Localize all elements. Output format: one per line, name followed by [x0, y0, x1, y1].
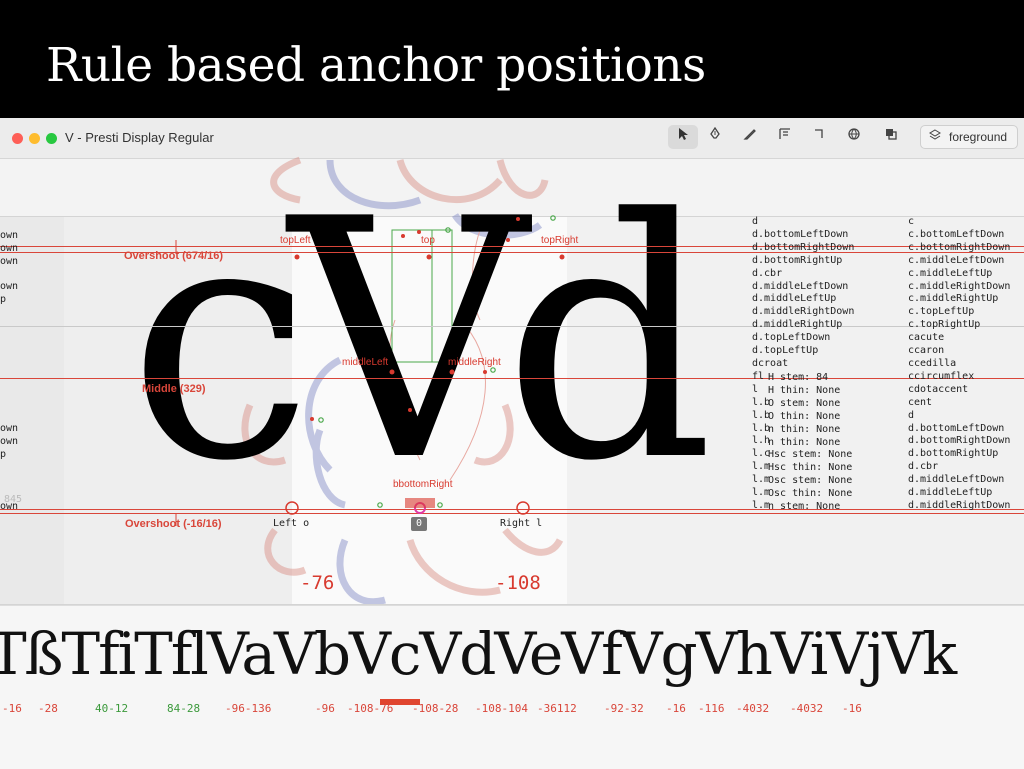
- kerning-value[interactable]: -108-104: [475, 702, 528, 715]
- kerning-value[interactable]: -16: [666, 702, 686, 715]
- glyph-list-item[interactable]: c.middleLeftUp: [908, 268, 1010, 281]
- kerning-value[interactable]: -96: [315, 702, 335, 715]
- right-metric-key[interactable]: Right l: [500, 518, 542, 529]
- glyph-list-item[interactable]: c.topLeftUp: [908, 306, 1010, 319]
- glyph-list-item[interactable]: d: [908, 410, 1010, 423]
- glyph-list-item[interactable]: dcroat: [752, 358, 854, 371]
- glyph-list-item[interactable]: d.bottomRightUp: [908, 448, 1010, 461]
- kerning-value[interactable]: -92-32: [604, 702, 644, 715]
- kerning-value[interactable]: -4032: [790, 702, 823, 715]
- glyph-list-item[interactable]: c.middleLeftDown: [908, 255, 1010, 268]
- stem-info-line: Hsc thin: None: [768, 462, 853, 474]
- glyph-list-item[interactable]: d.bottomLeftDown: [752, 229, 854, 242]
- stem-info-line: H thin: None: [768, 384, 841, 396]
- stem-info-line: O thin: None: [768, 410, 841, 422]
- anchor-label-topright[interactable]: topRight: [541, 235, 578, 246]
- glyph-list-item[interactable]: ccircumflex: [908, 371, 1010, 384]
- glyph-list-item[interactable]: d.bottomRightDown: [752, 242, 854, 255]
- glyph-list-column-2: c c.bottomLeftDown c.bottomRightDown c.midd…: [908, 216, 1010, 513]
- kerning-value[interactable]: -16: [842, 702, 862, 715]
- glyph-list-item[interactable]: ccaron: [908, 345, 1010, 358]
- glyph-list-item[interactable]: d.middleRightUp: [752, 319, 854, 332]
- stem-info-line: n stem: None: [768, 501, 841, 513]
- glyph-list-item[interactable]: c.bottomLeftDown: [908, 229, 1010, 242]
- glyph-list-item[interactable]: d.middleLeftUp: [752, 293, 854, 306]
- kerning-value[interactable]: 84-28: [167, 702, 200, 715]
- stem-info-line: n thin: None: [768, 423, 841, 435]
- stem-info-line: Osc stem: None: [768, 475, 853, 487]
- stem-info-line: O stem: None: [768, 397, 841, 409]
- anchor-label-bottom[interactable]: bbottomRight: [393, 479, 452, 490]
- kerning-value[interactable]: -16: [2, 702, 22, 715]
- stem-info-line: H stem: 84: [768, 372, 829, 383]
- glyph-list-item[interactable]: d.middleLeftUp: [908, 487, 1010, 500]
- kerning-value[interactable]: -96-136: [225, 702, 271, 715]
- glyph-list-item[interactable]: d.bottomRightDown: [908, 435, 1010, 448]
- glyph-list-item[interactable]: cacute: [908, 332, 1010, 345]
- glyph-list-item[interactable]: d.cbr: [752, 268, 854, 281]
- glyph-list-item[interactable]: d.topLeftUp: [752, 345, 854, 358]
- kerning-value[interactable]: -28: [38, 702, 58, 715]
- glyph-list-item[interactable]: d.bottomLeftDown: [908, 423, 1010, 436]
- kerning-value[interactable]: -108-76: [347, 702, 393, 715]
- glyph-list-item[interactable]: d.topLeftDown: [752, 332, 854, 345]
- glyph-list-item[interactable]: c: [908, 216, 1010, 229]
- glyph-list-item[interactable]: d: [752, 216, 854, 229]
- glyph-list-item[interactable]: d.middleRightDown: [908, 500, 1010, 513]
- left-metric-key[interactable]: Left o: [273, 518, 309, 529]
- kerning-value-badge[interactable]: 0: [411, 517, 427, 531]
- left-sidebearing-value[interactable]: -76: [300, 572, 334, 594]
- kerning-value[interactable]: 40-12: [95, 702, 128, 715]
- glyph-list-item[interactable]: c.middleRightDown: [908, 281, 1010, 294]
- stem-info-line: Hsc stem: None: [768, 449, 853, 461]
- glyph-list-item[interactable]: cent: [908, 397, 1010, 410]
- preview-divider: [0, 604, 1024, 605]
- stem-info-line: n thin: None: [768, 436, 841, 448]
- glyph-list-item[interactable]: c.topRightUp: [908, 319, 1010, 332]
- glyph-list-item[interactable]: d.middleLeftDown: [908, 474, 1010, 487]
- glyph-list-item[interactable]: c.middleRightUp: [908, 293, 1010, 306]
- kerning-value[interactable]: -36112: [537, 702, 577, 715]
- kerning-value[interactable]: -4032: [736, 702, 769, 715]
- kerning-value[interactable]: -108-28: [412, 702, 458, 715]
- anchor-label-top[interactable]: top: [421, 235, 435, 246]
- stem-info-panel: H stem: 84 H thin: None O stem: None O thin…: [768, 372, 852, 514]
- glyph-list-item[interactable]: ccedilla: [908, 358, 1010, 371]
- right-sidebearing-value[interactable]: -108: [495, 572, 541, 594]
- glyph-list-item[interactable]: d.bottomRightUp: [752, 255, 854, 268]
- anchor-label-middleleft[interactable]: middleLeft: [342, 357, 388, 368]
- glyph-list-item[interactable]: d.cbr: [908, 461, 1010, 474]
- glyph-list-item[interactable]: c.bottomRightDown: [908, 242, 1010, 255]
- anchor-label-middleright[interactable]: middleRight: [448, 357, 501, 368]
- glyph-list-item[interactable]: cdotaccent: [908, 384, 1010, 397]
- anchor-label-topleft[interactable]: topLeft: [280, 235, 311, 246]
- kerning-value[interactable]: -116: [698, 702, 725, 715]
- preview-text[interactable]: TßTfiTflVaVbVcVdVeVfVgVhViVjVk: [0, 620, 957, 688]
- glyph-list-item[interactable]: d.middleRightDown: [752, 306, 854, 319]
- glyph-list-item[interactable]: d.middleLeftDown: [752, 281, 854, 294]
- stem-info-line: Osc thin: None: [768, 488, 853, 500]
